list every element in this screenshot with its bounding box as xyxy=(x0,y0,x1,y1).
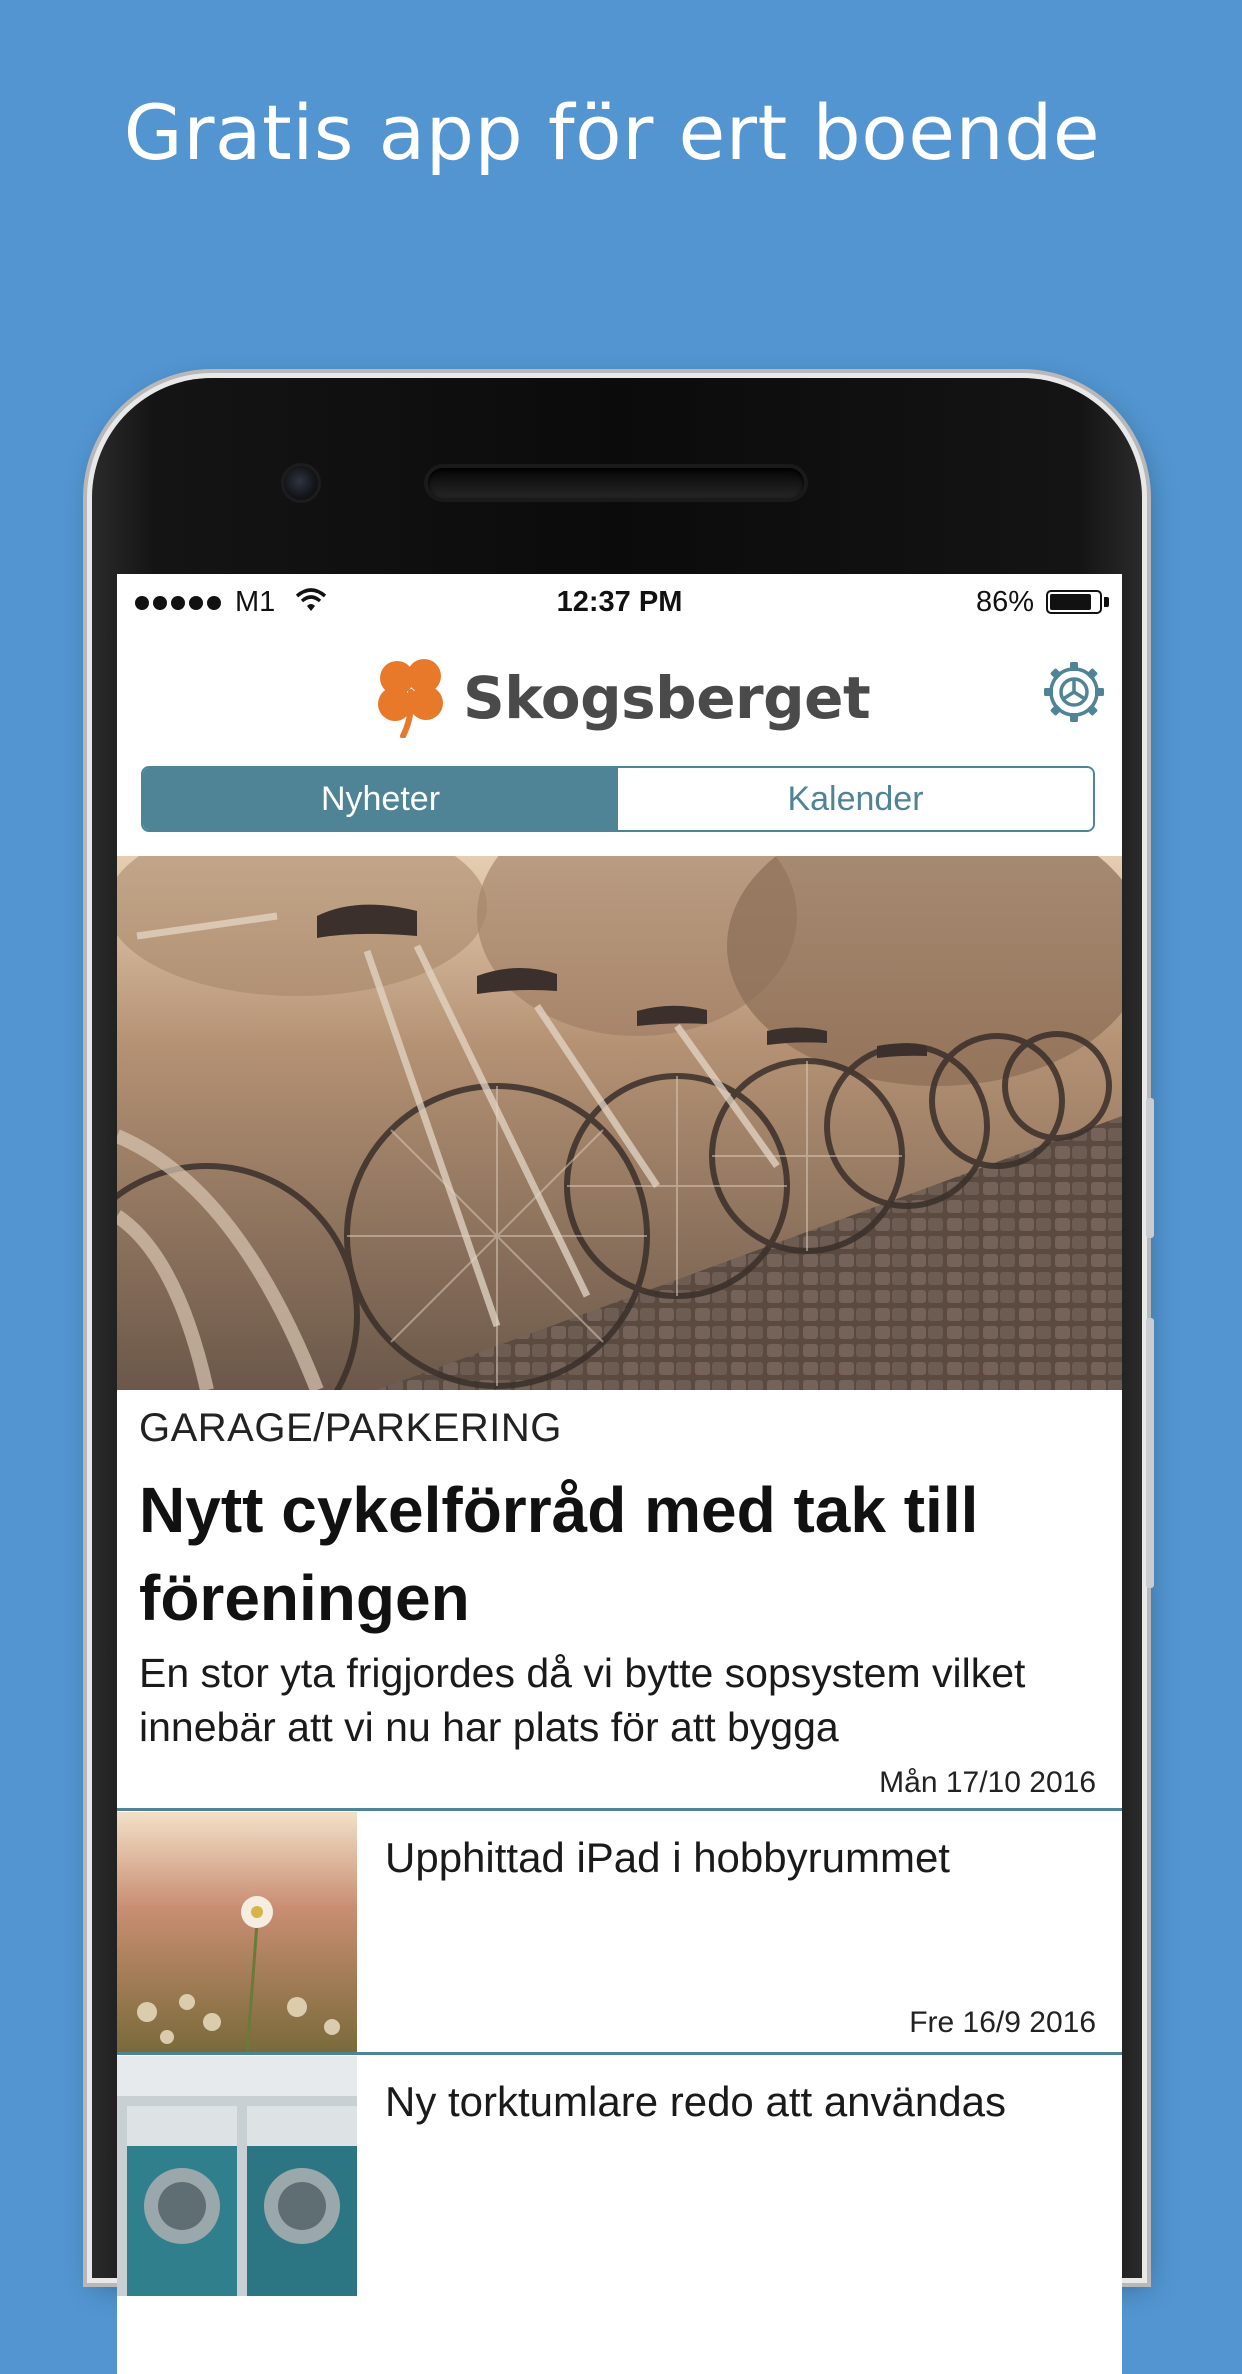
volume-button xyxy=(1146,1098,1154,1238)
brand-logo: Skogsberget xyxy=(369,654,871,743)
featured-article-date: Mån 17/10 2016 xyxy=(879,1766,1096,1799)
battery-percentage: 86% xyxy=(975,586,1034,618)
promo-headline: Gratis app för ert boende xyxy=(123,88,1101,177)
featured-article-excerpt: En stor yta frigjordes då vi bytte sopsy… xyxy=(139,1650,1026,1750)
news-item-date: Fre 16/9 2016 xyxy=(909,2006,1096,2039)
power-button xyxy=(1146,1318,1154,1588)
news-calendar-tabs: Nyheter Kalender xyxy=(141,766,1095,832)
battery-terminal xyxy=(1104,597,1109,607)
featured-article-title[interactable]: Nytt cykelförråd med tak till föreningen xyxy=(139,1466,1099,1642)
brand-name: Skogsberget xyxy=(463,664,871,732)
earpiece-speaker xyxy=(428,468,804,498)
clover-icon xyxy=(369,654,455,743)
news-item-thumbnail[interactable] xyxy=(117,2056,357,2296)
news-item-thumbnail[interactable] xyxy=(117,1812,357,2052)
app-screen: M1 12:37 PM 86% Skogsberget Nyheter Kale… xyxy=(117,574,1122,2374)
status-bar: M1 12:37 PM 86% xyxy=(117,574,1122,630)
gear-icon[interactable] xyxy=(1038,656,1110,728)
tab-nyheter[interactable]: Nyheter xyxy=(143,768,618,830)
divider xyxy=(117,2052,1122,2055)
battery-icon xyxy=(1046,590,1102,614)
news-item-title[interactable]: Ny torktumlare redo att användas xyxy=(385,2078,1006,2126)
article-category: GARAGE/PARKERING xyxy=(139,1406,562,1450)
divider xyxy=(117,1808,1122,1811)
status-time: 12:37 PM xyxy=(556,586,683,618)
front-camera xyxy=(284,466,318,500)
featured-article-image[interactable] xyxy=(117,856,1122,1390)
tab-kalender[interactable]: Kalender xyxy=(618,768,1093,830)
news-item-title[interactable]: Upphittad iPad i hobbyrummet xyxy=(385,1834,950,1882)
phone-frame: M1 12:37 PM 86% Skogsberget Nyheter Kale… xyxy=(92,378,1154,2374)
